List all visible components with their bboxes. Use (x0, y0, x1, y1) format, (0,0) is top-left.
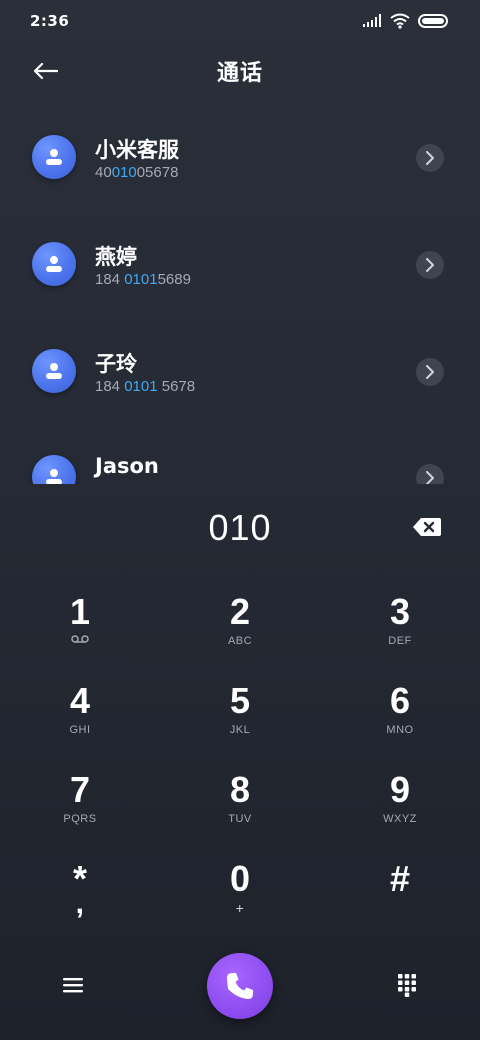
key-letters: WXYZ (383, 813, 417, 825)
key-digit: 9 (389, 769, 411, 810)
key-digit: 3 (389, 591, 411, 632)
chevron-right-icon (426, 151, 434, 165)
chevron-right-icon (426, 471, 434, 484)
battery-icon (418, 14, 448, 28)
menu-button[interactable] (58, 970, 88, 1000)
person-icon (46, 363, 62, 379)
chevron-right-icon (426, 258, 434, 272)
key-letters: TUV (228, 813, 252, 825)
contact-name: 小米客服 (95, 138, 179, 162)
key-star[interactable]: * , (20, 857, 140, 937)
dial-row: 010 (0, 500, 480, 556)
avatar (32, 135, 76, 179)
key-4[interactable]: 4 GHI (20, 679, 140, 759)
contact-row[interactable]: 小米客服 4001005678 (0, 104, 480, 194)
key-5[interactable]: 5 JKL (180, 679, 300, 759)
page-title: 通话 (216, 61, 263, 86)
status-bar: 2:36 (0, 0, 480, 42)
key-7[interactable]: 7 PQRS (20, 768, 140, 848)
chevron-right-icon (426, 365, 434, 379)
contact-name: 子玲 (95, 352, 137, 376)
key-hash[interactable]: # (340, 857, 460, 937)
avatar (32, 242, 76, 286)
back-arrow-icon (33, 62, 58, 80)
key-digit: # (389, 858, 411, 899)
key-9[interactable]: 9 WXYZ (340, 768, 460, 848)
contact-row[interactable]: 子玲 184 0101 5678 (0, 318, 480, 408)
key-1[interactable]: 1 (20, 590, 140, 670)
person-icon (46, 469, 62, 484)
menu-icon (63, 978, 83, 993)
avatar (32, 349, 76, 393)
keypad-toggle-button[interactable] (392, 970, 422, 1000)
key-digit: 6 (389, 680, 411, 721)
key-digit: 7 (69, 769, 91, 810)
backspace-button[interactable] (412, 516, 442, 540)
key-digit: 5 (229, 680, 251, 721)
key-2[interactable]: 2 ABC (180, 590, 300, 670)
header: 通话 (0, 48, 480, 94)
key-digit: 2 (229, 591, 251, 632)
call-button[interactable] (207, 953, 273, 1019)
signal-icon (363, 14, 381, 27)
key-letters: , (75, 887, 85, 920)
contact-name: 燕婷 (95, 245, 137, 269)
contact-name: Jason (95, 454, 159, 478)
dial-input[interactable]: 010 (0, 500, 480, 556)
contact-number: 184 0101 5678 (95, 378, 196, 395)
key-digit: 4 (69, 680, 91, 721)
backspace-icon (413, 518, 441, 536)
contact-number: 4001005678 (95, 164, 179, 181)
dialpad-icon (398, 974, 416, 997)
status-icons (362, 13, 450, 29)
key-0[interactable]: 0 + (180, 857, 300, 937)
bottom-bar (0, 950, 480, 1020)
contact-detail-button[interactable] (416, 358, 444, 386)
key-letters: DEF (388, 635, 412, 647)
number-match: 0101 (124, 271, 158, 288)
key-6[interactable]: 6 MNO (340, 679, 460, 759)
number-match: 010 (111, 164, 137, 181)
contact-detail-button[interactable] (416, 464, 444, 484)
person-icon (46, 149, 62, 165)
number-match: 0101 (124, 378, 158, 395)
phone-icon (227, 973, 253, 999)
key-letters: + (235, 900, 245, 916)
person-icon (46, 256, 62, 272)
key-digit: 8 (229, 769, 251, 810)
contact-detail-button[interactable] (416, 144, 444, 172)
key-letters: ABC (227, 635, 253, 647)
avatar (32, 455, 76, 484)
key-3[interactable]: 3 DEF (340, 590, 460, 670)
key-digit: 0 (229, 858, 251, 899)
contact-list: 小米客服 4001005678 燕婷 184 01015689 子玲 184 0… (0, 104, 480, 484)
contact-row[interactable]: 燕婷 184 01015689 (0, 211, 480, 301)
voicemail-icon (71, 635, 89, 643)
contact-number: 184 01015689 (95, 271, 191, 288)
status-time: 2:36 (30, 12, 70, 30)
key-letters: GHI (69, 724, 91, 736)
key-letters: JKL (229, 724, 251, 736)
wifi-icon (390, 13, 410, 29)
key-8[interactable]: 8 TUV (180, 768, 300, 848)
contact-row[interactable]: Jason (0, 424, 480, 484)
back-button[interactable] (28, 56, 62, 86)
key-letters: PQRS (63, 813, 97, 825)
key-digit: 1 (69, 591, 91, 632)
contact-detail-button[interactable] (416, 251, 444, 279)
key-letters: MNO (386, 724, 414, 736)
